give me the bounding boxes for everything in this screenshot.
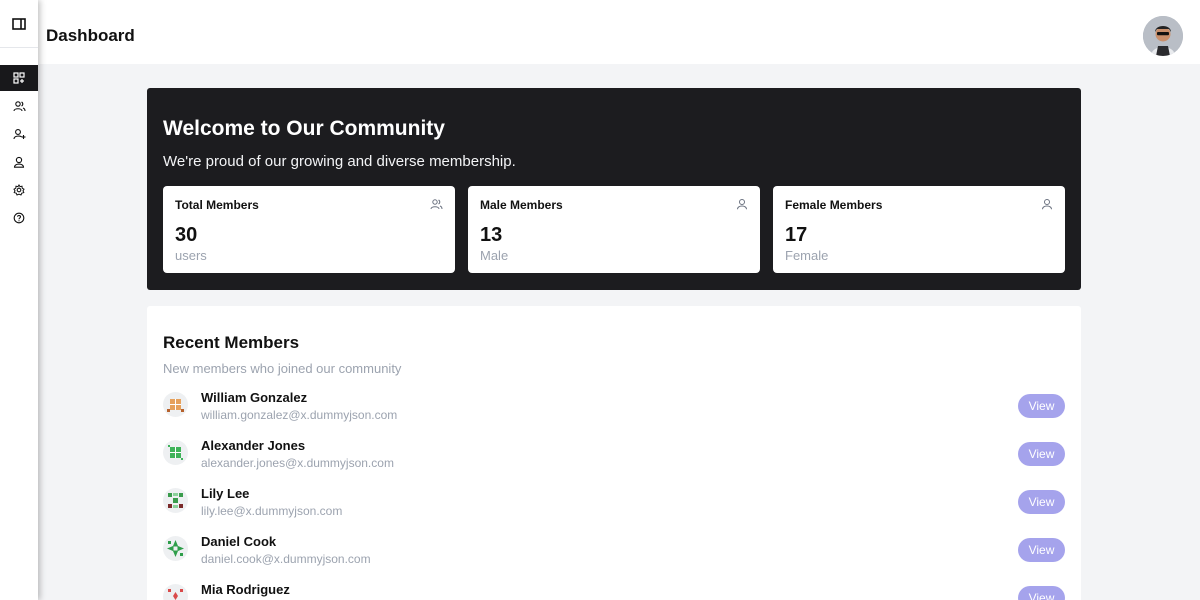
identicon [168, 589, 183, 600]
member-avatar [163, 536, 188, 561]
users-icon [430, 199, 443, 210]
view-member-button[interactable]: View [1018, 586, 1065, 600]
avatar-image [1143, 16, 1183, 56]
top-header: Dashboard [38, 0, 1200, 64]
stat-value: 30 [175, 224, 198, 246]
view-member-button[interactable]: View [1018, 490, 1065, 514]
stat-unit: Male [480, 248, 509, 263]
member-avatar [163, 488, 188, 513]
identicon [167, 540, 184, 557]
user-icon [13, 156, 25, 168]
gear-icon [13, 184, 25, 196]
stat-value: 13 [480, 224, 503, 246]
welcome-subtitle: We're proud of our growing and diverse m… [163, 153, 516, 170]
list-item: William Gonzalez william.gonzalez@x.dumm… [163, 390, 1065, 430]
member-avatar [163, 392, 188, 417]
stat-unit: users [175, 248, 207, 263]
view-member-button[interactable]: View [1018, 394, 1065, 418]
member-avatar [163, 440, 188, 465]
stat-label: Total Members [175, 198, 259, 212]
sidebar [0, 0, 38, 600]
stat-value: 17 [785, 224, 808, 246]
user-plus-icon [12, 129, 25, 140]
stat-label: Male Members [480, 198, 563, 212]
welcome-title: Welcome to Our Community [163, 117, 445, 140]
dashboard-icon [13, 72, 25, 84]
view-member-button[interactable]: View [1018, 442, 1065, 466]
identicon [168, 493, 183, 508]
member-name: Mia Rodriguez [201, 582, 290, 597]
identicon [167, 399, 184, 412]
member-name: Lily Lee [201, 486, 250, 501]
sidebar-item-profile[interactable] [0, 149, 38, 175]
user-avatar[interactable] [1143, 16, 1183, 56]
recent-members-title: Recent Members [163, 333, 300, 352]
sidebar-item-dashboard[interactable] [0, 65, 38, 91]
list-item: Daniel Cook daniel.cook@x.dummyjson.com … [163, 534, 1065, 574]
welcome-banner: Welcome to Our Community We're proud of … [147, 88, 1081, 290]
member-email: lily.lee@x.dummyjson.com [201, 504, 343, 518]
member-name: Alexander Jones [201, 438, 306, 453]
stat-card-male: Male Members 13 Male [468, 186, 760, 273]
help-icon [13, 212, 25, 224]
page-title: Dashboard [46, 26, 135, 45]
recent-members-panel: Recent Members New members who joined ou… [147, 306, 1081, 600]
stat-card-total: Total Members 30 users [163, 186, 455, 273]
identicon [168, 445, 183, 460]
member-avatar [163, 584, 188, 600]
stat-unit: Female [785, 248, 829, 263]
users-icon [12, 101, 26, 112]
sidebar-item-members[interactable] [0, 93, 38, 119]
sidebar-toggle-icon [12, 17, 26, 30]
stat-card-female: Female Members 17 Female [773, 186, 1065, 273]
list-item: Lily Lee lily.lee@x.dummyjson.com View [163, 486, 1065, 526]
recent-members-subtitle: New members who joined our community [163, 361, 402, 376]
view-member-button[interactable]: View [1018, 538, 1065, 562]
member-email: alexander.jones@x.dummyjson.com [201, 456, 394, 470]
sidebar-toggle-button[interactable] [0, 0, 38, 48]
list-item: Mia Rodriguez View [163, 582, 1065, 600]
sidebar-item-add-member[interactable] [0, 121, 38, 147]
user-icon [737, 199, 747, 210]
sidebar-item-help[interactable] [0, 205, 38, 231]
stat-label: Female Members [785, 198, 883, 212]
user-icon [1042, 199, 1052, 210]
sidebar-item-settings[interactable] [0, 177, 38, 203]
member-name: Daniel Cook [201, 534, 277, 549]
member-email: william.gonzalez@x.dummyjson.com [201, 408, 398, 422]
list-item: Alexander Jones alexander.jones@x.dummyj… [163, 438, 1065, 478]
member-email: daniel.cook@x.dummyjson.com [201, 552, 371, 566]
member-name: William Gonzalez [201, 390, 308, 405]
